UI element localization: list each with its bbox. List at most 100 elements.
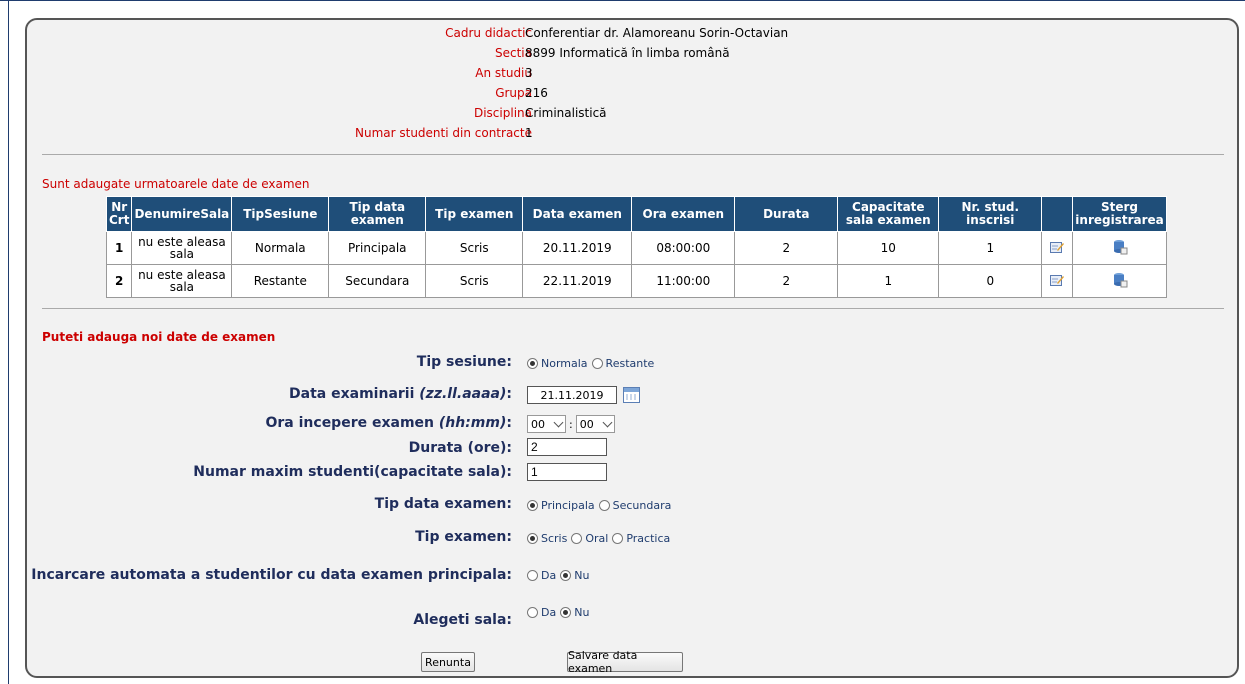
- radio-incarcare-nu[interactable]: [560, 570, 572, 581]
- radio-incarcare-nu-label[interactable]: Nu: [574, 569, 589, 582]
- radio-restante[interactable]: [591, 358, 603, 369]
- cell-nr: 2: [105, 264, 133, 298]
- exam-table: Nr Crt DenumireSala TipSesiune Tip data ex…: [105, 196, 1167, 298]
- incarcare-label: Incarcare automata a studentilor cu data…: [31, 567, 512, 583]
- edit-button[interactable]: [1041, 264, 1074, 298]
- alegeti-sala-label: Alegeti sala:: [413, 612, 512, 628]
- minute-select[interactable]: 00: [575, 415, 615, 433]
- col-edit: [1041, 196, 1074, 232]
- info-value: Conferentiar dr. Alamoreanu Sorin-Octavi…: [525, 26, 789, 40]
- col-tip-sesiune: TipSesiune: [231, 196, 330, 232]
- info-row-disciplina: Disciplina Criminalistică: [27, 106, 1237, 124]
- info-row-sectia: Sectia 8899 Informatică în limba română: [27, 46, 1237, 64]
- cell-tip-examen: Scris: [425, 264, 524, 298]
- edit-icon: [1050, 275, 1065, 286]
- cell-sesiune: Normala: [231, 231, 330, 265]
- cell-capacitate: 10: [837, 231, 940, 265]
- col-denumire-sala: DenumireSala: [131, 196, 233, 232]
- delete-button[interactable]: [1072, 264, 1167, 298]
- info-label: An studiu: [475, 66, 532, 80]
- cancel-button[interactable]: Renunta: [421, 652, 475, 672]
- radio-principala-label[interactable]: Principala: [541, 499, 595, 512]
- cell-nr: 1: [105, 231, 133, 265]
- cell-tip-examen: Scris: [425, 231, 524, 265]
- durata-group: [527, 438, 607, 456]
- tip-sesiune-label: Tip sesiune:: [416, 354, 512, 370]
- radio-incarcare-da[interactable]: [527, 570, 538, 581]
- delete-button[interactable]: [1072, 231, 1167, 265]
- col-durata: Durata: [734, 196, 839, 232]
- data-examinarii-group: [527, 386, 640, 404]
- radio-sala-da-label[interactable]: Da: [541, 606, 556, 619]
- cell-sesiune: Restante: [231, 264, 330, 298]
- numar-maxim-group: [527, 463, 607, 481]
- radio-secundara[interactable]: [598, 500, 610, 511]
- col-nr-stud: Nr. stud. inscrisi: [938, 196, 1043, 232]
- durata-label: Durata (ore):: [408, 440, 512, 456]
- calendar-icon[interactable]: [623, 387, 640, 403]
- info-value: 3: [525, 66, 533, 80]
- cell-inscrisi: 1: [938, 231, 1043, 265]
- radio-secundara-label[interactable]: Secundara: [613, 499, 672, 512]
- radio-normala[interactable]: [527, 358, 538, 369]
- radio-scris[interactable]: [527, 533, 538, 544]
- cell-data: 20.11.2019: [522, 231, 633, 265]
- radio-incarcare-da-label[interactable]: Da: [541, 569, 556, 582]
- info-value: 216: [525, 86, 548, 100]
- left-border: [8, 0, 9, 684]
- exam-panel: Cadru didactic Conferentiar dr. Alamorea…: [25, 18, 1239, 678]
- info-label: Numar studenti din contracte: [355, 126, 532, 140]
- chevron-down-icon: [553, 417, 564, 427]
- ora-incepere-group: 00 : 00: [527, 415, 615, 433]
- numar-maxim-label: Numar maxim studenti(capacitate sala):: [193, 464, 512, 480]
- col-nr-crt: Nr Crt: [105, 196, 133, 232]
- form-title: Puteti adauga noi date de examen: [42, 330, 276, 344]
- col-tip-data-examen: Tip data examen: [328, 196, 427, 232]
- radio-sala-nu-label[interactable]: Nu: [574, 606, 589, 619]
- cell-tip-data: Secundara: [328, 264, 427, 298]
- ora-incepere-label: Ora incepere examen (hh:mm):: [266, 415, 513, 431]
- table-header-row: Nr Crt DenumireSala TipSesiune Tip data ex…: [105, 196, 1167, 232]
- cell-inscrisi: 0: [938, 264, 1043, 298]
- radio-oral[interactable]: [571, 533, 583, 544]
- ora-incepere-colon: :: [506, 415, 512, 431]
- radio-normala-label[interactable]: Normala: [541, 357, 588, 370]
- radio-practica-label[interactable]: Practica: [626, 532, 670, 545]
- cell-ora: 08:00:00: [631, 231, 736, 265]
- time-separator: :: [569, 417, 573, 431]
- col-ora-examen: Ora examen: [631, 196, 736, 232]
- alegeti-sala-group: Da Nu: [527, 606, 593, 619]
- radio-sala-da[interactable]: [527, 607, 538, 618]
- radio-practica[interactable]: [612, 533, 624, 544]
- cell-sala: nu este aleasa sala: [131, 231, 233, 265]
- radio-principala[interactable]: [527, 500, 538, 511]
- info-row-grupa: Grupa 216: [27, 86, 1237, 104]
- edit-icon: [1050, 242, 1065, 253]
- capacitate-input[interactable]: [527, 463, 607, 481]
- cell-durata: 2: [734, 231, 839, 265]
- tip-examen-label: Tip examen:: [415, 529, 512, 545]
- cell-ora: 11:00:00: [631, 264, 736, 298]
- exam-date-input[interactable]: [527, 386, 617, 404]
- incarcare-group: Da Nu: [527, 569, 593, 582]
- info-value: Criminalistică: [525, 106, 607, 120]
- radio-restante-label[interactable]: Restante: [606, 357, 655, 370]
- cell-capacitate: 1: [837, 264, 940, 298]
- table-row: 2 nu este aleasa sala Restante Secundara…: [105, 264, 1167, 298]
- save-button[interactable]: Salvare data examen: [567, 649, 683, 675]
- data-examinarii-text: Data examinarii: [289, 386, 415, 402]
- cell-tip-data: Principala: [328, 231, 427, 265]
- delete-icon: [1113, 240, 1128, 255]
- radio-sala-nu[interactable]: [560, 607, 572, 618]
- hour-select[interactable]: 00: [527, 415, 566, 433]
- radio-scris-label[interactable]: Scris: [541, 532, 567, 545]
- durata-input[interactable]: [527, 438, 607, 456]
- delete-icon: [1113, 273, 1128, 288]
- edit-button[interactable]: [1041, 231, 1074, 265]
- cell-sala: nu este aleasa sala: [131, 264, 233, 298]
- ora-incepere-hint: (hh:mm): [438, 415, 507, 431]
- tip-data-examen-group: Principala Secundara: [527, 499, 675, 512]
- col-tip-examen: Tip examen: [425, 196, 524, 232]
- info-row-numar-studenti: Numar studenti din contracte 1: [27, 126, 1237, 144]
- radio-oral-label[interactable]: Oral: [585, 532, 608, 545]
